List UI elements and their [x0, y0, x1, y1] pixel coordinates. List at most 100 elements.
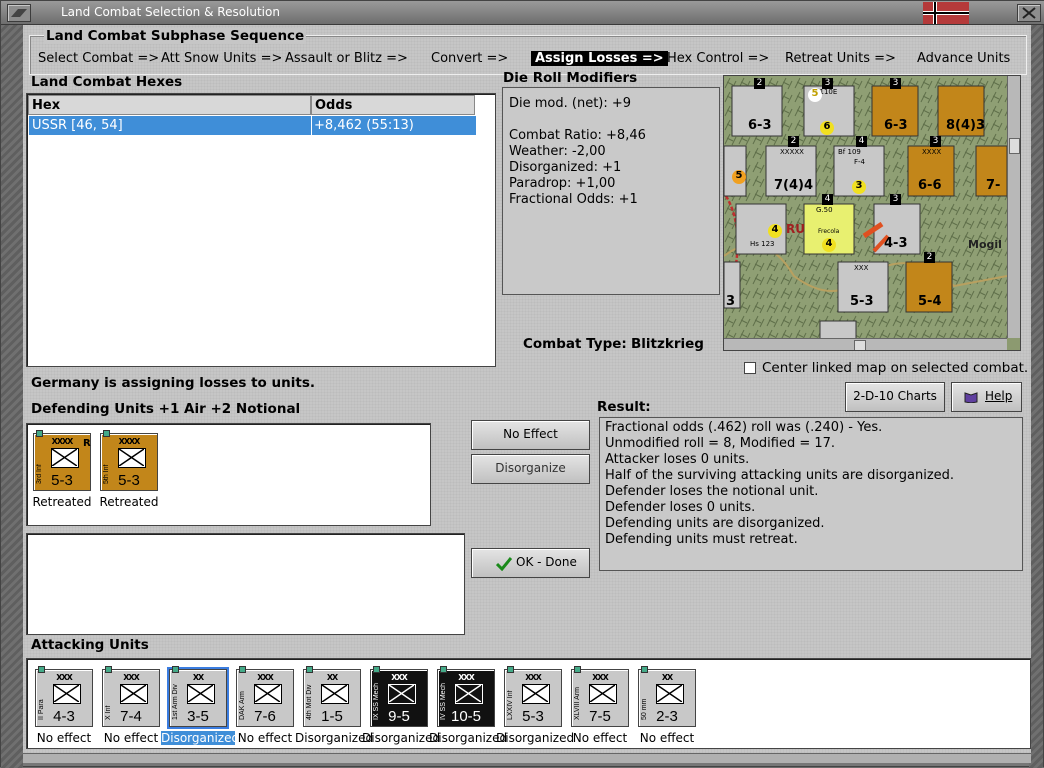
- unit-strength: 4-3: [53, 708, 75, 725]
- unit-type-symbol: [118, 448, 146, 468]
- attacking-unit-counter[interactable]: XXX LXXIV Inf 5-3: [504, 666, 562, 727]
- reserve-marker: R: [83, 438, 91, 449]
- german-flag-icon: [923, 2, 969, 24]
- map-air-label-4: G.50: [816, 206, 833, 214]
- close-button[interactable]: [1017, 4, 1041, 22]
- right-frame: [1029, 25, 1043, 768]
- unit-result-status: Disorganized: [429, 731, 508, 745]
- unit-status-marker: [103, 430, 110, 437]
- unit-type-symbol: [589, 684, 617, 704]
- hex-column-header[interactable]: Hex: [28, 95, 311, 115]
- map-air-label-3: F-4: [854, 158, 866, 166]
- ok-done-button[interactable]: OK - Done: [471, 548, 590, 578]
- center-map-checkbox[interactable]: [744, 362, 756, 374]
- help-book-icon: [964, 392, 978, 403]
- help-label: Help: [985, 389, 1013, 403]
- unit-result-status: No effect: [237, 731, 293, 745]
- step-retreat-units: Retreat Units =>: [785, 51, 896, 66]
- map-horizontal-scrollbar[interactable]: [724, 338, 1007, 350]
- infantry-symbol-icon: [187, 684, 214, 703]
- map-strength-9: 5-4: [918, 294, 942, 309]
- map-air-label-5: Frecola: [818, 228, 840, 235]
- unit-type-symbol: [455, 684, 483, 704]
- unit-type-symbol: [120, 684, 148, 704]
- system-menu-button[interactable]: [7, 4, 31, 22]
- unit-result-status: Retreated: [99, 495, 159, 509]
- title-bar[interactable]: Land Combat Selection & Resolution: [1, 1, 1044, 25]
- unit-status-marker: [172, 666, 179, 673]
- result-title: Result:: [597, 399, 651, 415]
- attacking-unit-counter[interactable]: XX 4th Mot Div 1-5: [303, 666, 361, 727]
- attacking-unit-counter[interactable]: XXX IV SS Mech 10-5: [437, 666, 495, 727]
- unit-strength: 9-5: [388, 708, 410, 725]
- map-stack-badge-6: 3: [930, 136, 941, 147]
- unit-strength: 1-5: [321, 708, 343, 725]
- unit-type-symbol: [522, 684, 550, 704]
- defending-unit-counter[interactable]: XXXX 5th Inf 5-3: [100, 430, 158, 491]
- map-strength-2: 6-3: [884, 118, 908, 133]
- map-city-label: Mogil: [968, 238, 1002, 251]
- combat-window: Land Combat Selection & Resolution Land …: [0, 0, 1044, 768]
- combat-hexes-table: Hex Odds USSR [46, 54] +8,462 (55:13): [26, 93, 496, 367]
- cell-divider: [311, 116, 312, 135]
- map-hscroll-thumb[interactable]: [854, 340, 866, 350]
- unit-result-status: No effect: [36, 731, 92, 745]
- map-vertical-scrollbar[interactable]: [1007, 76, 1020, 338]
- map-strength-6: 7-: [986, 178, 1001, 193]
- unit-result-status: No effect: [572, 731, 628, 745]
- unit-status-marker: [105, 666, 112, 673]
- step-advance-units: Advance Units: [917, 51, 1011, 66]
- paradrop-line: Paradrop: +1,00: [509, 176, 616, 191]
- attacking-units-title: Attacking Units: [31, 637, 149, 653]
- die-blank-line: [509, 112, 713, 128]
- result-line: Fractional odds (.462) roll was (.240) -…: [605, 420, 883, 435]
- disorganize-button[interactable]: Disorganize: [471, 454, 590, 484]
- map-air-strength-1: 5: [808, 88, 822, 102]
- map-strength-4: 7(4)4: [774, 178, 814, 193]
- map-region-label: RU: [786, 222, 805, 236]
- loss-list-panel: [26, 533, 465, 635]
- combat-type-label: Combat Type:: [523, 336, 627, 352]
- window-title: Land Combat Selection & Resolution: [61, 5, 280, 19]
- center-map-label[interactable]: Center linked map on selected combat.: [762, 360, 1028, 376]
- combat-hexes-title: Land Combat Hexes: [31, 74, 183, 90]
- odds-cell: +8,462 (55:13): [314, 118, 414, 133]
- attacking-unit-counter[interactable]: XX 50 mm 2-3: [638, 666, 696, 727]
- attacking-unit-counter[interactable]: XXX II Para 4-3: [35, 666, 93, 727]
- attacking-unit-counter[interactable]: XX 1st Arm Div 3-5: [167, 666, 229, 729]
- unit-type-symbol: [187, 684, 215, 704]
- attacking-unit-counter[interactable]: XXX DAK Arm 7-6: [236, 666, 294, 727]
- no-effect-button[interactable]: No Effect: [471, 420, 590, 450]
- unit-strength: 2-3: [656, 708, 678, 725]
- combat-ratio-line: Combat Ratio: +8,46: [509, 128, 646, 143]
- attacking-unit-counter[interactable]: XXX X Inf 7-4: [102, 666, 160, 727]
- charts-button[interactable]: 2-D-10 Charts: [845, 382, 945, 412]
- unit-strength: 5-3: [51, 472, 73, 489]
- map-vscroll-thumb[interactable]: [1009, 138, 1020, 154]
- unit-result-status: Retreated: [32, 495, 92, 509]
- map-air-strength-5: 4: [768, 224, 782, 238]
- help-button[interactable]: Help: [951, 382, 1022, 412]
- bottom-scrollbar[interactable]: [23, 753, 1031, 763]
- attacking-unit-counter[interactable]: XXX XLVIII Arm 7-5: [571, 666, 629, 727]
- odds-column-header[interactable]: Odds: [311, 95, 475, 115]
- ok-done-label: OK - Done: [516, 555, 577, 569]
- infantry-symbol-icon: [321, 684, 348, 703]
- result-panel: Fractional odds (.462) roll was (.240) -…: [599, 417, 1023, 571]
- unit-type-symbol: [656, 684, 684, 704]
- result-line: Defending units are disorganized.: [605, 516, 825, 531]
- attacking-unit-counter[interactable]: XXX IX SS Mech 9-5: [370, 666, 428, 727]
- map-size-label-3: XXX: [854, 264, 869, 272]
- left-frame: [1, 25, 23, 768]
- step-select-combat: Select Combat =>: [38, 51, 160, 66]
- step-convert: Convert =>: [431, 51, 509, 66]
- unit-type-symbol: [388, 684, 416, 704]
- table-row[interactable]: USSR [46, 54] +8,462 (55:13): [29, 116, 476, 135]
- hex-map-view[interactable]: 6-3 6-3 8(4)3 7(4)4 6-6 7- 4-3 5-3 5-4 3…: [723, 75, 1021, 351]
- defending-units-title: Defending Units +1 Air +2 Notional: [31, 401, 301, 417]
- infantry-symbol-icon: [118, 448, 145, 467]
- infantry-symbol-icon: [455, 684, 482, 703]
- map-size-label-1: XXXXX: [780, 148, 804, 156]
- map-strength-3: 8(4)3: [946, 118, 986, 133]
- step-assault-or-blitz: Assault or Blitz =>: [285, 51, 408, 66]
